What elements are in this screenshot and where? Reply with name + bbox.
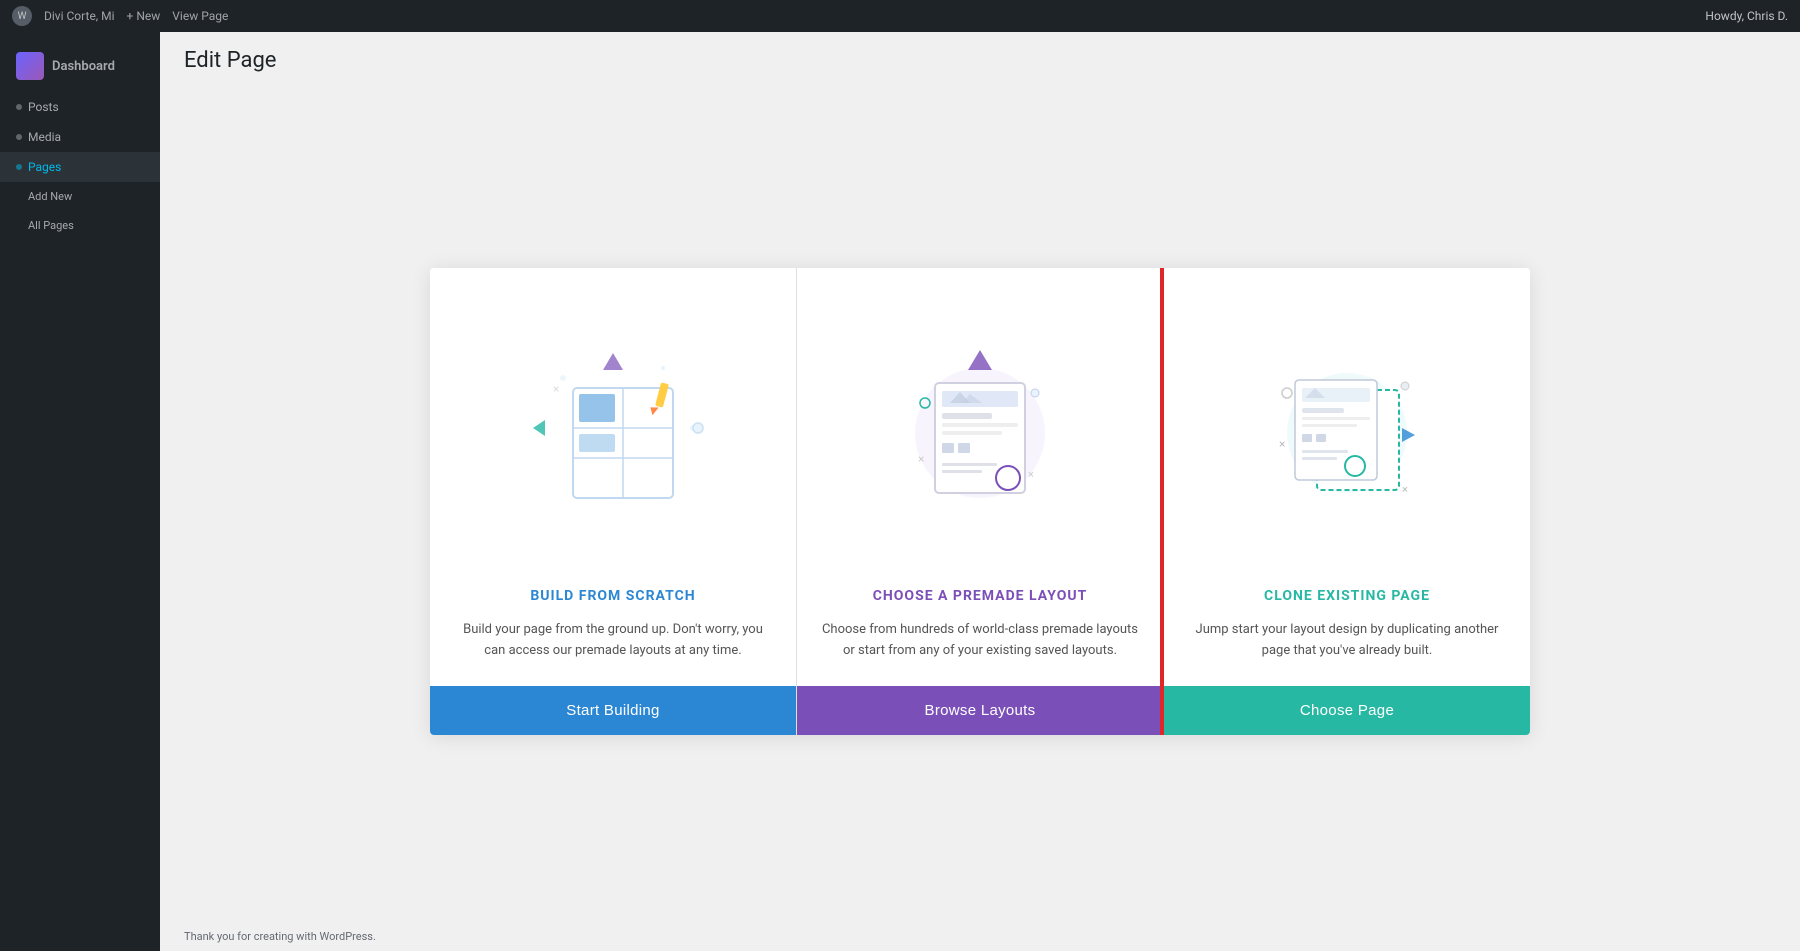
- view-page-link[interactable]: View Page: [172, 9, 228, 23]
- site-name[interactable]: Divi Corte, Mi: [44, 9, 115, 23]
- sidebar: Dashboard Posts Media Pages Add New All …: [0, 32, 160, 951]
- svg-text:×: ×: [553, 382, 559, 396]
- sidebar-item-all-pages[interactable]: All Pages: [0, 211, 160, 240]
- card-illustration-scratch: ×: [430, 268, 796, 568]
- browse-layouts-button[interactable]: Browse Layouts: [797, 686, 1163, 735]
- sidebar-brand[interactable]: Dashboard: [0, 40, 160, 92]
- card-content-layout: CHOOSE A PREMADE LAYOUT Choose from hund…: [797, 568, 1163, 686]
- content-area: Edit Page: [160, 32, 1800, 951]
- card-premade-layout[interactable]: × ×: [797, 268, 1164, 735]
- options-wrapper: ×: [430, 268, 1530, 735]
- card-desc-clone: Jump start your layout design by duplica…: [1188, 620, 1506, 662]
- card-title-clone: CLONE EXISTING PAGE: [1188, 588, 1506, 604]
- sidebar-item-label: Posts: [28, 100, 59, 114]
- sidebar-item-label: Pages: [28, 160, 61, 174]
- sidebar-item-label: All Pages: [28, 219, 74, 232]
- page-header: Edit Page: [160, 32, 1800, 81]
- brand-label: Dashboard: [52, 59, 115, 74]
- sidebar-item-add-new[interactable]: Add New: [0, 182, 160, 211]
- admin-bar: W Divi Corte, Mi + New View Page Howdy, …: [0, 0, 1800, 32]
- footer-text: Thank you for creating with WordPress.: [184, 930, 376, 943]
- svg-text:×: ×: [918, 452, 924, 466]
- sidebar-dot: [16, 104, 22, 110]
- sidebar-item-pages[interactable]: Pages: [0, 152, 160, 182]
- svg-text:×: ×: [1402, 483, 1408, 496]
- start-building-button[interactable]: Start Building: [430, 686, 796, 735]
- card-content-scratch: BUILD FROM SCRATCH Build your page from …: [430, 568, 796, 686]
- sidebar-dot: [16, 164, 22, 170]
- svg-text:×: ×: [1279, 437, 1285, 451]
- card-desc-scratch: Build your page from the ground up. Don'…: [454, 620, 772, 662]
- wp-footer: Thank you for creating with WordPress.: [160, 922, 1800, 951]
- sidebar-item-label: Media: [28, 130, 61, 144]
- new-link[interactable]: + New: [127, 9, 161, 23]
- wp-logo: W: [12, 6, 32, 26]
- choose-page-button[interactable]: Choose Page: [1164, 686, 1530, 735]
- brand-icon: [16, 52, 44, 80]
- card-desc-layout: Choose from hundreds of world-class prem…: [821, 620, 1139, 662]
- user-greeting: Howdy, Chris D.: [1705, 9, 1788, 23]
- page-title: Edit Page: [184, 48, 1776, 73]
- card-content-clone: CLONE EXISTING PAGE Jump start your layo…: [1164, 568, 1530, 686]
- builder-area: ×: [160, 81, 1800, 922]
- card-build-from-scratch[interactable]: ×: [430, 268, 797, 735]
- card-illustration-layout: × ×: [797, 268, 1163, 568]
- sidebar-item-posts[interactable]: Posts: [0, 92, 160, 122]
- sidebar-dot: [16, 134, 22, 140]
- sidebar-item-label: Add New: [28, 190, 72, 203]
- card-title-scratch: BUILD FROM SCRATCH: [454, 588, 772, 604]
- card-title-layout: CHOOSE A PREMADE LAYOUT: [821, 588, 1139, 604]
- card-illustration-clone: × ×: [1164, 268, 1530, 568]
- card-clone-page[interactable]: × ×: [1160, 268, 1530, 735]
- svg-text:×: ×: [1028, 468, 1034, 481]
- sidebar-item-media[interactable]: Media: [0, 122, 160, 152]
